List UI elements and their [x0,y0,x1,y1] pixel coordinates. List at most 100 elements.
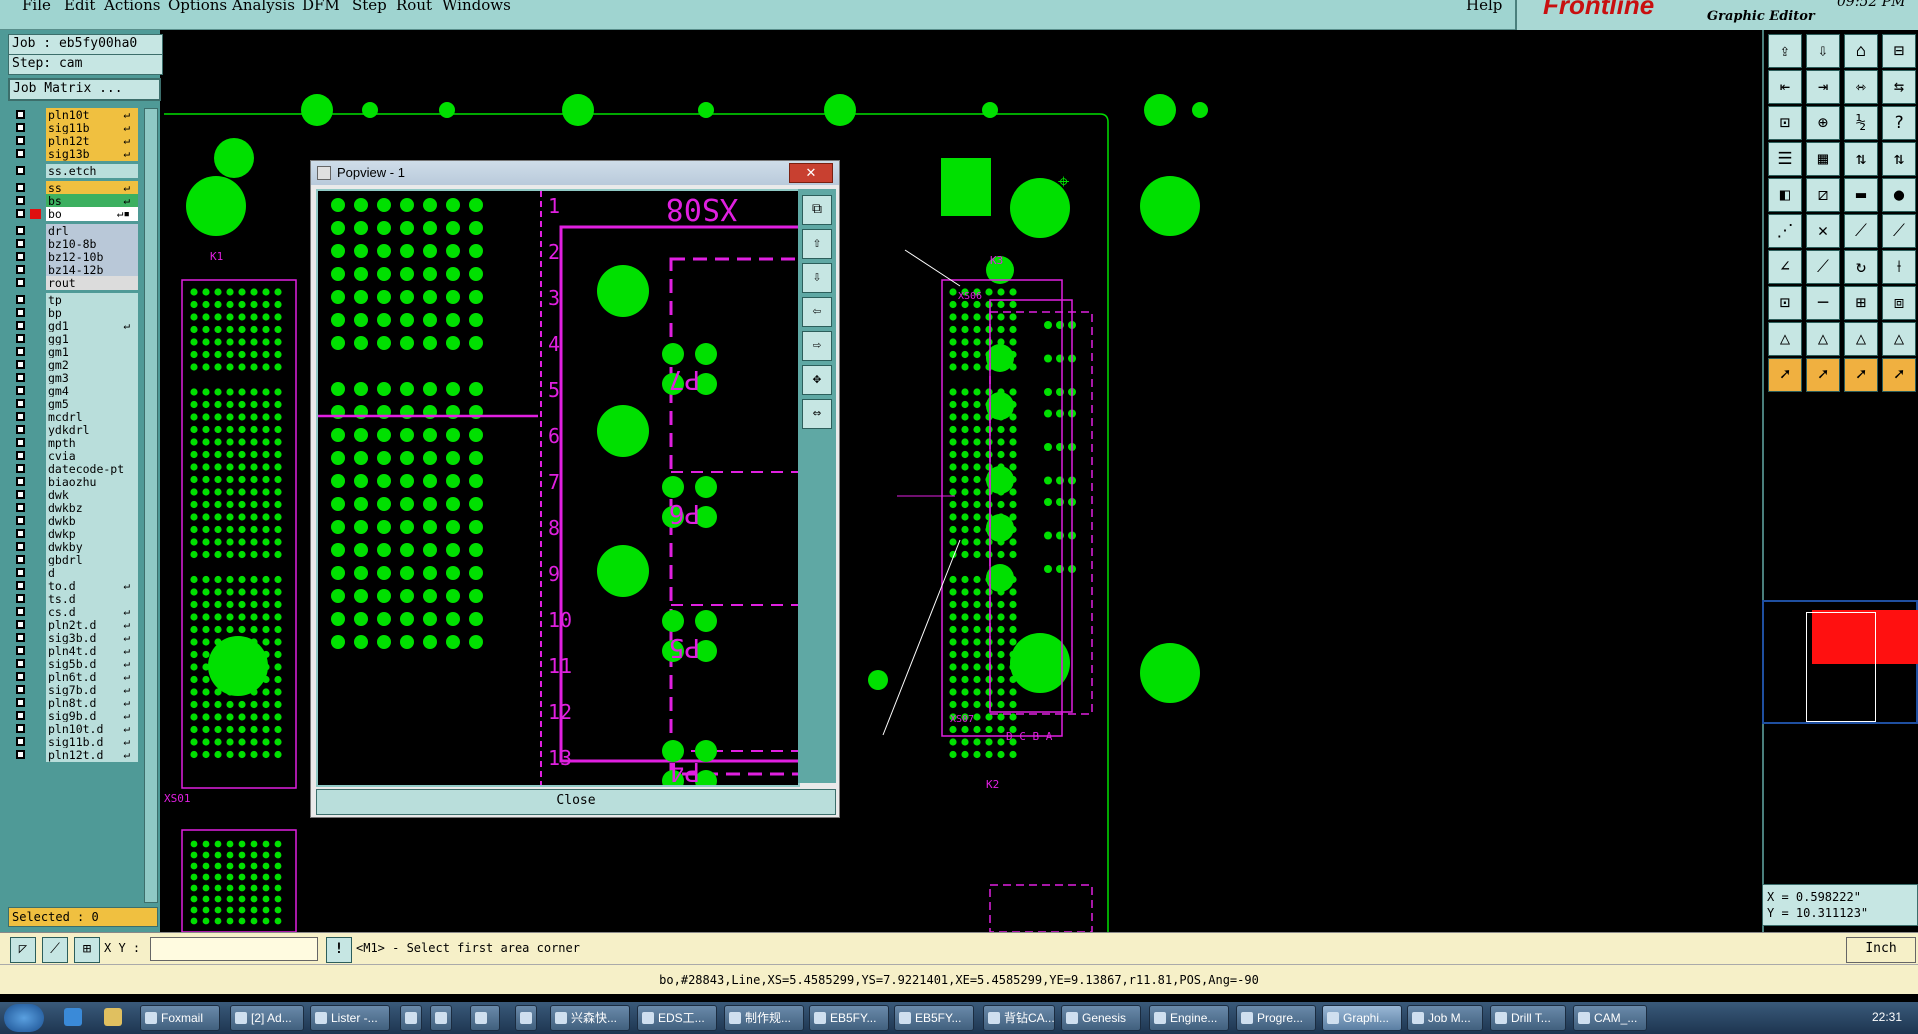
layer-checkbox[interactable] [16,516,25,525]
layer-checkbox[interactable] [16,149,25,158]
list-icon[interactable]: ☰ [1768,142,1802,176]
triangle-icon[interactable]: △ [1768,322,1802,356]
layer-row[interactable]: pln10t ↵ [8,108,144,122]
layer-name[interactable]: ydkdrl [46,423,138,437]
layer-checkbox[interactable] [16,412,25,421]
layer-row[interactable]: bo ↵▪ [8,207,144,221]
layer-name[interactable]: gm3 [46,371,138,385]
select-icon[interactable]: ➚ [1806,358,1840,392]
layer-name[interactable]: datecode-pt [46,462,138,476]
layer-row[interactable]: cvia [8,449,144,463]
layer-name[interactable]: bp [46,306,138,320]
layer-row[interactable]: drl [8,224,144,238]
overview-minimap[interactable] [1762,600,1918,724]
layer-name[interactable]: dwk [46,488,138,502]
layer-name[interactable]: biaozhu [46,475,138,489]
taskbar-button[interactable]: [2] Ad... [230,1005,304,1031]
taskbar-button[interactable]: Genesis [1061,1005,1141,1031]
layer-row[interactable]: sig11b ↵ [8,121,144,135]
layer-row[interactable]: cs.d ↵ [8,605,144,619]
help-icon[interactable]: ? [1882,106,1916,140]
layer-checkbox[interactable] [16,252,25,261]
taskbar-button[interactable]: Lister -... [310,1005,390,1031]
layer-name[interactable]: ss ↵ [46,181,138,195]
layer-checkbox[interactable] [16,196,25,205]
pan-left-icon[interactable]: ⇤ [1768,70,1802,104]
taskbar-button[interactable]: Graphi... [1322,1005,1402,1031]
popview-close-button[interactable]: Close [316,789,836,815]
mirror-icon[interactable]: ⇿ [1844,70,1878,104]
layer-checkbox[interactable] [16,226,25,235]
taskbar-button[interactable]: EB5FY... [894,1005,974,1031]
menu-step[interactable]: Step [352,0,387,14]
layer-name[interactable]: bs ↵ [46,194,138,208]
layer-checkbox[interactable] [16,373,25,382]
layer-checkbox[interactable] [16,698,25,707]
layer-checkbox[interactable] [16,308,25,317]
pv-pan-left-icon[interactable]: ⇦ [802,297,832,327]
layer-checkbox[interactable] [16,438,25,447]
layer-name[interactable]: sig9b.d ↵ [46,709,138,723]
layer-scrollbar[interactable] [144,108,158,903]
triangle-icon[interactable]: △ [1882,322,1916,356]
menu-file[interactable]: File [22,0,51,14]
layer-name[interactable]: d [46,566,138,580]
layer-row[interactable]: gm5 [8,397,144,411]
layer-checkbox[interactable] [16,265,25,274]
layer-row[interactable]: mcdrl [8,410,144,424]
layer-name[interactable]: dwkbz [46,501,138,515]
layer-checkbox[interactable] [16,607,25,616]
taskbar-button[interactable] [430,1005,452,1031]
popview-zoom-view[interactable]: 12345678910111213 XS08 P7 P6 P5 P4 [318,191,798,785]
ie-icon[interactable] [64,1008,82,1026]
select-icon[interactable]: ➚ [1844,358,1878,392]
layer-checkbox[interactable] [16,360,25,369]
layer-name[interactable]: mpth [46,436,138,450]
menu-help[interactable]: Help [1466,0,1502,14]
layer-row[interactable]: pln6t.d ↵ [8,670,144,684]
snap-mode-icon[interactable]: ◸ [10,937,36,963]
layer-name[interactable]: bz12-10b [46,250,138,264]
layer-row[interactable]: pln4t.d ↵ [8,644,144,658]
pv-pan-right-icon[interactable]: ⇨ [802,331,832,361]
rotate-icon[interactable]: ↻ [1844,250,1878,284]
flip-icon[interactable]: ⇅ [1844,142,1878,176]
layer-checkbox[interactable] [16,464,25,473]
layer-row[interactable]: bs ↵ [8,194,144,208]
triangle-icon[interactable]: △ [1844,322,1878,356]
layer-row[interactable]: dwkbz [8,501,144,515]
layer-checkbox[interactable] [16,490,25,499]
taskbar-button[interactable]: EB5FY... [809,1005,889,1031]
layer-row[interactable]: ss ↵ [8,181,144,195]
layer-row[interactable]: pln12t ↵ [8,134,144,148]
layer-name[interactable]: dwkby [46,540,138,554]
layer-checkbox[interactable] [16,594,25,603]
layer-row[interactable]: pln2t.d ↵ [8,618,144,632]
layer-row[interactable]: gm4 [8,384,144,398]
layer-row[interactable]: bz12-10b [8,250,144,264]
layer-name[interactable]: bz10-8b [46,237,138,251]
explorer-icon[interactable] [104,1008,122,1026]
layer-row[interactable]: sig7b.d ↵ [8,683,144,697]
layer-checkbox[interactable] [16,633,25,642]
menu-dfm[interactable]: DFM [302,0,340,14]
taskbar-button[interactable]: 背钻CA... [983,1005,1055,1031]
layer-name[interactable]: tp [46,293,138,307]
layer-checkbox[interactable] [16,334,25,343]
layer-checkbox[interactable] [16,209,25,218]
draw-line-icon[interactable]: ⟋ [1882,214,1916,248]
layer-name[interactable]: gg1 [46,332,138,346]
layer-row[interactable]: ydkdrl [8,423,144,437]
layer-row[interactable]: rout [8,276,144,290]
popview-close-x-button[interactable]: ✕ [789,163,833,183]
taskbar-button[interactable] [400,1005,422,1031]
job-matrix-button[interactable]: Job Matrix ... [8,78,161,101]
bottom-view-icon[interactable]: ⇩ [1806,34,1840,68]
layer-row[interactable]: ss.etch [8,164,144,178]
layer-name[interactable]: dwkp [46,527,138,541]
layer-row[interactable]: gm1 [8,345,144,359]
layer-checkbox[interactable] [16,239,25,248]
layer-name[interactable]: sig11b.d ↵ [46,735,138,749]
layer-checkbox[interactable] [16,685,25,694]
layer-name[interactable]: pln8t.d ↵ [46,696,138,710]
